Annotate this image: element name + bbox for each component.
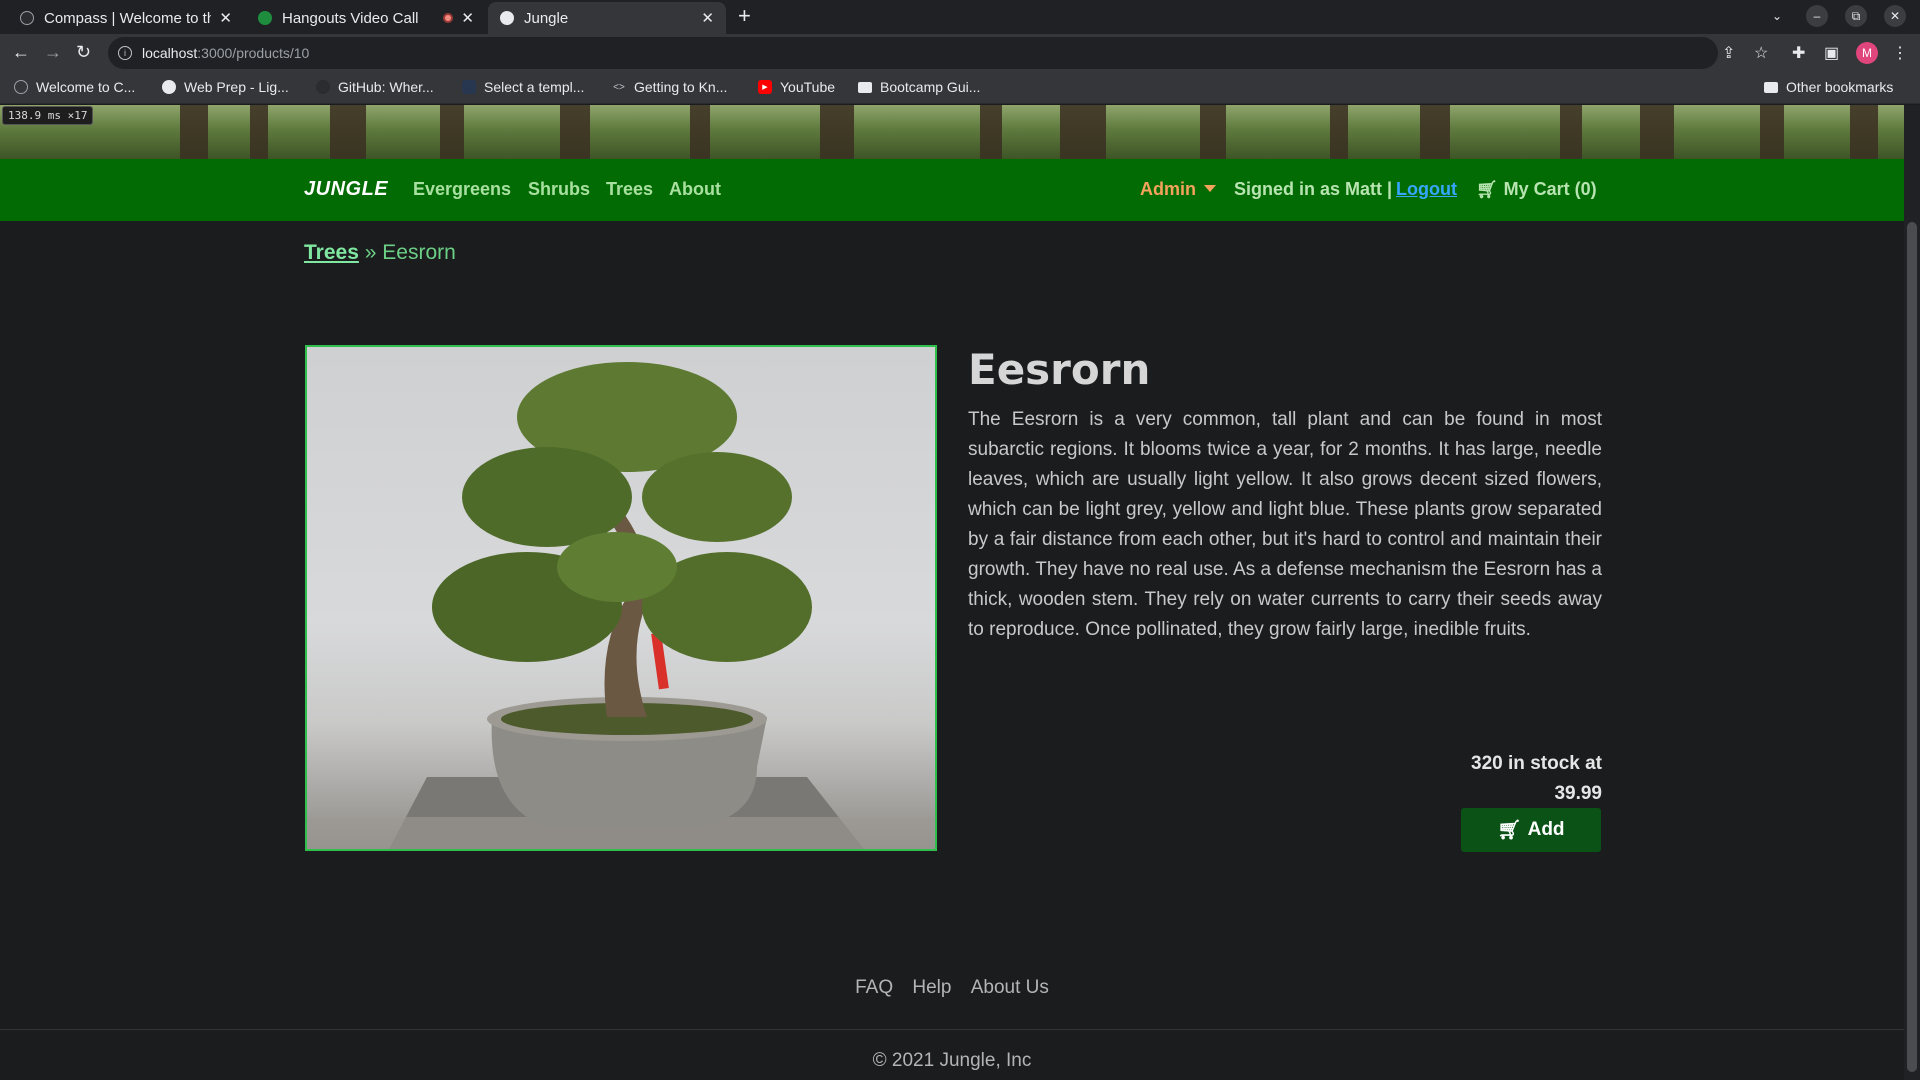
product-image bbox=[305, 345, 937, 851]
globe-icon bbox=[500, 11, 514, 25]
nav-link-trees[interactable]: Trees bbox=[606, 179, 653, 200]
reload-icon[interactable]: ↻ bbox=[76, 42, 91, 63]
tab-search-button[interactable]: ⌄ bbox=[1766, 5, 1788, 27]
nav-link-evergreens[interactable]: Evergreens bbox=[413, 179, 511, 200]
browser-tab-jungle[interactable]: Jungle ✕ bbox=[488, 2, 726, 34]
copyright-text: © 2021 Jungle, Inc bbox=[872, 1050, 1032, 1071]
stock-count: 320 in stock at bbox=[1471, 753, 1602, 774]
profile-avatar[interactable]: M bbox=[1856, 42, 1878, 64]
bookmark-label: Getting to Kn... bbox=[634, 79, 728, 95]
menu-dots-icon[interactable]: ⋮ bbox=[1892, 43, 1908, 63]
forward-arrow-icon[interactable]: → bbox=[44, 42, 62, 63]
product-price: 39.99 bbox=[1554, 783, 1602, 804]
restore-button[interactable]: ⧉ bbox=[1845, 5, 1867, 27]
bookmark-item[interactable]: ▶ YouTube bbox=[758, 79, 835, 95]
site-info-icon[interactable]: i bbox=[118, 46, 132, 60]
browser-toolbar: ← → ↻ i localhost :3000/products/10 ⇪ ☆ … bbox=[0, 34, 1920, 72]
bookmark-label: GitHub: Wher... bbox=[338, 79, 434, 95]
tab-close-icon[interactable]: ✕ bbox=[701, 9, 714, 27]
cart-link[interactable]: 🛒︎ My Cart (0) bbox=[1476, 179, 1597, 200]
bookmark-label: Other bookmarks bbox=[1786, 79, 1894, 95]
new-tab-button[interactable]: + bbox=[738, 3, 751, 29]
perf-overlay: 138.9 ms ×17 bbox=[2, 106, 94, 125]
footer-divider bbox=[0, 1029, 1904, 1030]
bookmark-label: Welcome to C... bbox=[36, 79, 136, 95]
url-path: :3000/products/10 bbox=[197, 45, 310, 61]
folder-icon bbox=[1764, 81, 1778, 93]
bookmark-item[interactable]: Select a templ... bbox=[462, 79, 584, 95]
site-navbar: JUNGLE Evergreens Shrubs Trees About Adm… bbox=[0, 159, 1904, 221]
nav-link-shrubs[interactable]: Shrubs bbox=[528, 179, 590, 200]
tab-title: Hangouts Video Call bbox=[282, 9, 419, 27]
add-to-cart-button[interactable]: 🛒︎ Add bbox=[1461, 808, 1601, 852]
github-icon bbox=[316, 80, 330, 94]
bookmark-item[interactable]: Welcome to C... bbox=[14, 79, 135, 95]
breadcrumb-link-trees[interactable]: Trees bbox=[304, 241, 359, 264]
forest-banner-image: 138.9 ms ×17 bbox=[0, 105, 1904, 159]
url-host: localhost bbox=[142, 45, 198, 61]
share-icon[interactable]: ⇪ bbox=[1722, 43, 1735, 63]
browser-tab-bar: Compass | Welcome to th ✕ Hangouts Video… bbox=[0, 0, 1920, 34]
cart-label: My Cart (0) bbox=[1503, 179, 1597, 199]
tab-title: Compass | Welcome to th bbox=[44, 9, 212, 27]
address-bar[interactable]: i localhost :3000/products/10 bbox=[108, 37, 1718, 69]
logout-link[interactable]: Logout bbox=[1396, 179, 1457, 200]
doc-icon bbox=[462, 80, 476, 94]
footer-link-faq[interactable]: FAQ bbox=[855, 977, 893, 998]
signed-in-text: Signed in as Matt | bbox=[1234, 179, 1393, 199]
bookmark-label: Web Prep - Lig... bbox=[184, 79, 289, 95]
browser-tab-hangouts[interactable]: Hangouts Video Call ✕ bbox=[246, 2, 486, 34]
side-panel-icon[interactable]: ▣ bbox=[1824, 43, 1839, 63]
stock-price: 320 in stock at 39.99 bbox=[1302, 749, 1602, 809]
admin-dropdown[interactable]: Admin bbox=[1140, 179, 1216, 200]
extensions-icon[interactable]: ✚ bbox=[1792, 43, 1805, 63]
code-icon: <> bbox=[613, 81, 625, 93]
page-viewport: 138.9 ms ×17 JUNGLE Evergreens Shrubs Tr… bbox=[0, 105, 1904, 1080]
scrollbar-thumb[interactable] bbox=[1907, 222, 1917, 1072]
compass-icon bbox=[14, 80, 28, 94]
minimize-button[interactable]: – bbox=[1806, 5, 1828, 27]
bookmark-star-icon[interactable]: ☆ bbox=[1754, 43, 1768, 63]
shopping-cart-icon: 🛒︎ bbox=[1497, 820, 1522, 841]
bonsai-image bbox=[307, 362, 935, 849]
bookmark-item[interactable]: Web Prep - Lig... bbox=[162, 79, 289, 95]
bookmark-label: Select a templ... bbox=[484, 79, 585, 95]
youtube-icon: ▶ bbox=[758, 80, 772, 94]
breadcrumb-current: Eesrorn bbox=[382, 241, 456, 264]
footer-links: FAQ Help About Us bbox=[0, 977, 1904, 999]
admin-label: Admin bbox=[1140, 179, 1196, 199]
bookmark-item[interactable]: <> Getting to Kn... bbox=[612, 79, 727, 95]
browser-tab-compass[interactable]: Compass | Welcome to th ✕ bbox=[8, 2, 244, 34]
hangouts-icon bbox=[258, 11, 272, 25]
bookmark-item[interactable]: GitHub: Wher... bbox=[316, 79, 434, 95]
tab-title: Jungle bbox=[524, 9, 569, 27]
tab-close-icon[interactable]: ✕ bbox=[461, 9, 474, 27]
breadcrumb: Trees » Eesrorn bbox=[304, 241, 456, 265]
breadcrumb-separator: » bbox=[364, 241, 377, 264]
nav-link-about[interactable]: About bbox=[669, 179, 721, 200]
compass-icon bbox=[20, 11, 34, 25]
shopping-cart-icon: 🛒︎ bbox=[1476, 179, 1498, 199]
other-bookmarks[interactable]: Other bookmarks bbox=[1764, 79, 1893, 95]
close-window-button[interactable]: ✕ bbox=[1884, 5, 1906, 27]
bookmark-item[interactable]: Bootcamp Gui... bbox=[858, 79, 980, 95]
footer-link-help[interactable]: Help bbox=[912, 977, 951, 998]
tab-close-icon[interactable]: ✕ bbox=[219, 9, 232, 27]
bookmark-label: YouTube bbox=[780, 79, 836, 95]
back-arrow-icon[interactable]: ← bbox=[12, 42, 30, 63]
brand-logo[interactable]: JUNGLE bbox=[304, 178, 388, 201]
add-button-label: Add bbox=[1527, 819, 1565, 840]
product-title: Eesrorn bbox=[968, 345, 1151, 394]
product-description: The Eesrorn is a very common, tall plant… bbox=[968, 409, 1602, 640]
bookmarks-bar: Welcome to C... Web Prep - Lig... GitHub… bbox=[0, 72, 1920, 104]
globe-icon bbox=[162, 80, 176, 94]
footer-link-about-us[interactable]: About Us bbox=[971, 977, 1049, 998]
folder-icon bbox=[858, 81, 872, 93]
recording-indicator-icon bbox=[443, 13, 454, 23]
bookmark-label: Bootcamp Gui... bbox=[880, 79, 981, 95]
page-scrollbar[interactable] bbox=[1904, 105, 1920, 1080]
caret-down-icon bbox=[1204, 185, 1216, 192]
